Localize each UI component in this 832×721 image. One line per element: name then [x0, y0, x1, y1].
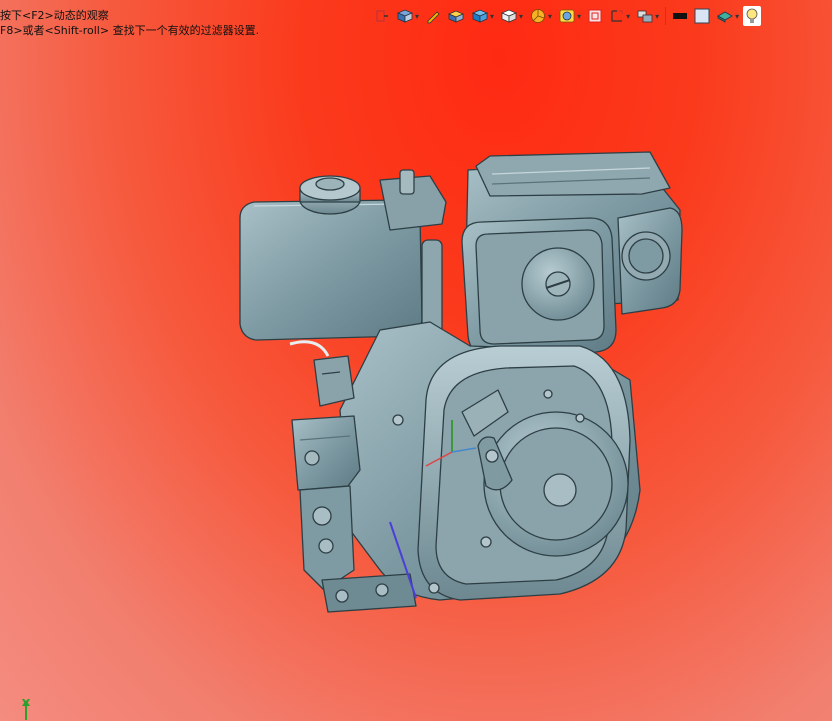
lighting-icon: [611, 10, 623, 22]
sketch-button[interactable]: [423, 6, 443, 26]
view-fit-icon: [376, 10, 388, 22]
scene-icon: [559, 9, 575, 23]
heads-up-toolbar: ▾ ▾ ▾ ▾ ▾ ▾ ▾ ▾: [372, 5, 762, 27]
color-white-icon: [694, 8, 710, 24]
color-black-button[interactable]: [670, 6, 690, 26]
engine-model[interactable]: [230, 150, 690, 620]
hide-show-items-button[interactable]: ▾: [498, 6, 525, 26]
triad-y-label: Y: [22, 697, 30, 710]
bulb-icon: [746, 8, 758, 23]
hide-show-icon: [501, 9, 518, 23]
view-orientation-icon: [396, 9, 414, 23]
lighting-button[interactable]: ▾: [607, 6, 632, 26]
section-view-button[interactable]: [445, 6, 467, 26]
lightbulb-button[interactable]: [743, 6, 762, 26]
display-style-button[interactable]: ▾: [469, 6, 496, 26]
hint-line-2: F8>或者<Shift-roll> 查找下一个有效的过滤器设置.: [0, 24, 260, 37]
toolbar-separator: [665, 7, 667, 25]
hint-line-1: 按下<F2>动态的观察: [0, 9, 109, 22]
color-white-button[interactable]: [692, 6, 712, 26]
zoom-to-fit-button[interactable]: [372, 6, 392, 26]
camera-icon: [637, 10, 653, 23]
appearance-icon: [531, 9, 545, 23]
view-settings-icon: [588, 9, 602, 23]
sketch-pencil-icon: [427, 11, 440, 24]
apply-scene-button[interactable]: ▾: [556, 6, 583, 26]
render-tools-button[interactable]: ▾: [714, 6, 741, 26]
status-hint: 按下<F2>动态的观察 F8>或者<Shift-roll> 查找下一个有效的过滤器…: [0, 8, 259, 38]
view-settings-button[interactable]: [585, 6, 605, 26]
color-black-icon: [673, 13, 688, 19]
display-style-icon: [472, 9, 489, 23]
view-orientation-button[interactable]: ▾: [394, 6, 421, 26]
render-icon: [717, 11, 733, 23]
camera-button[interactable]: ▾: [634, 6, 661, 26]
edit-appearance-button[interactable]: ▾: [527, 6, 554, 26]
section-view-icon: [448, 10, 465, 23]
